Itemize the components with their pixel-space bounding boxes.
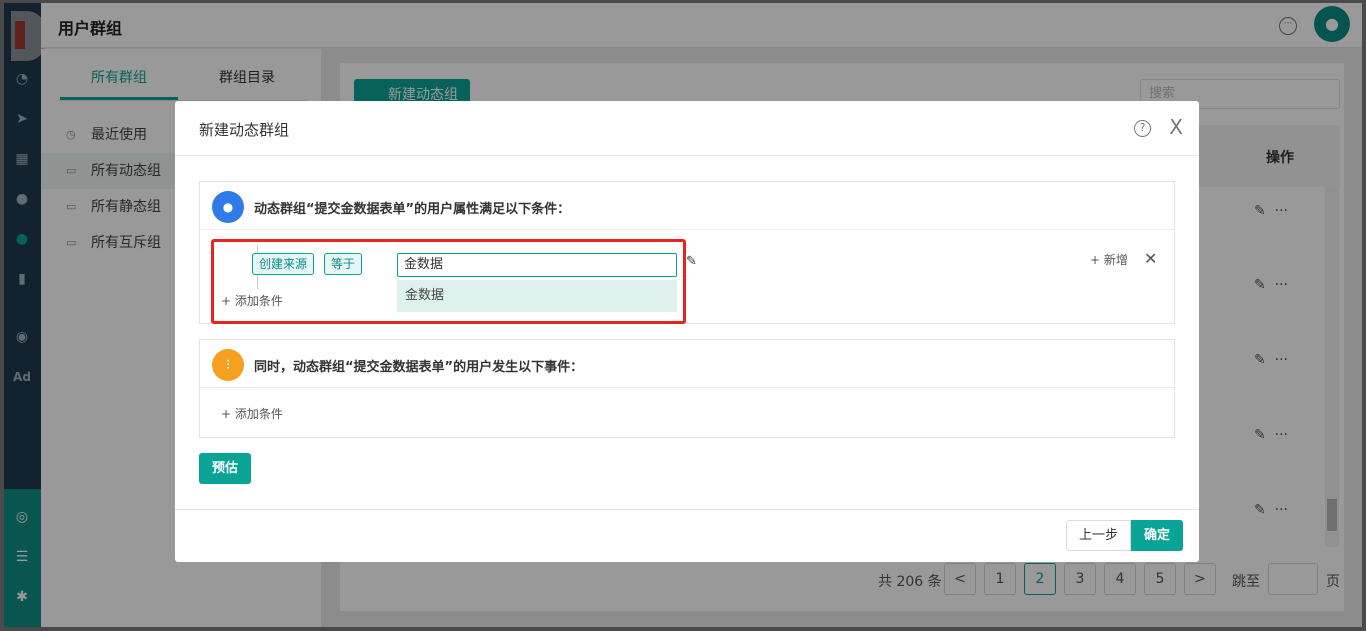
event-card-header: ⫶ 同时，动态群组“提交金数据表单”的用户发生以下事件： [200,340,1174,388]
dialog-footer-divider [175,509,1199,510]
app-window: ◔ ➤ ▦ ● ● ▮ ◉ Ad ◎ ☰ ✱ 用户群组 ··· ● 所有群组 群… [0,0,1366,631]
dialog-title: 新建动态群组 [199,121,290,139]
attribute-section-title: 动态群组“提交金数据表单”的用户属性满足以下条件： [254,202,571,217]
add-condition-label: 添加条件 [234,407,283,421]
event-condition-card: ⫶ 同时，动态群组“提交金数据表单”的用户发生以下事件： + 添加条件 [199,339,1175,438]
add-new-label: 新增 [1103,253,1128,267]
close-icon[interactable]: X [1169,115,1183,139]
confirm-button[interactable]: 确定 [1131,520,1183,551]
plus-icon: + [221,407,235,421]
add-new-button[interactable]: + 新增 [1090,251,1128,268]
estimate-button[interactable]: 预估 [199,453,251,484]
plus-icon: + [1090,253,1104,267]
event-section-title: 同时，动态群组“提交金数据表单”的用户发生以下事件： [254,360,584,375]
previous-step-button[interactable]: 上一步 [1066,520,1131,551]
new-dynamic-group-dialog: 新建动态群组 ? X ● 动态群组“提交金数据表单”的用户属性满足以下条件： 创… [175,101,1199,562]
event-filter-icon: ⫶ [212,349,244,381]
highlight-box [211,239,686,324]
dialog-header: 新建动态群组 ? X [175,101,1199,156]
attribute-card-header: ● 动态群组“提交金数据表单”的用户属性满足以下条件： [200,182,1174,230]
add-event-condition-button[interactable]: + 添加条件 [221,405,283,422]
pencil-icon[interactable]: ✎ [686,254,697,269]
help-icon[interactable]: ? [1134,120,1151,137]
user-attribute-icon: ● [212,191,244,223]
remove-condition-icon[interactable]: ✕ [1144,249,1157,268]
